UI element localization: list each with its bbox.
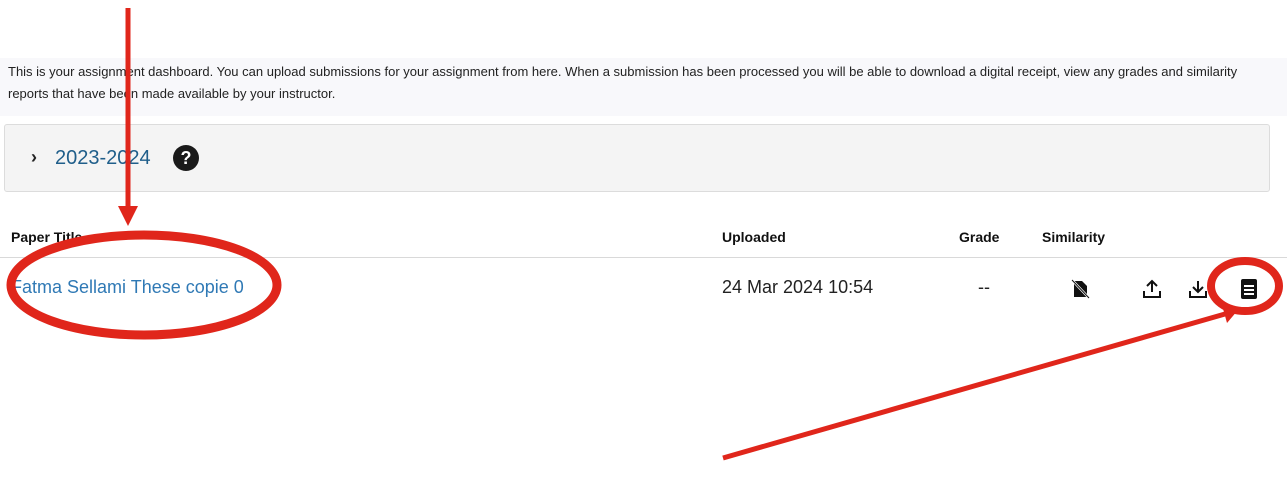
table-divider xyxy=(0,257,1287,258)
annotation-arrowhead-down xyxy=(118,206,138,226)
similarity-unavailable-icon xyxy=(1070,279,1090,304)
help-icon[interactable]: ? xyxy=(173,145,199,171)
intro-banner: This is your assignment dashboard. You c… xyxy=(0,58,1287,116)
uploaded-date: 24 Mar 2024 10:54 xyxy=(722,277,874,297)
annotation-arrow-diagonal xyxy=(722,311,1226,461)
paper-title-link[interactable]: Fatma Sellami These copie 0 xyxy=(11,277,244,298)
download-icon[interactable] xyxy=(1187,278,1209,305)
intro-text: This is your assignment dashboard. You c… xyxy=(8,64,1238,101)
similarity-header: Similarity xyxy=(1042,229,1106,245)
uploaded-header: Uploaded xyxy=(722,229,786,245)
grade-value: -- xyxy=(978,277,990,297)
receipt-icon[interactable] xyxy=(1238,277,1260,306)
grade-header: Grade xyxy=(959,229,1000,245)
chevron-right-icon[interactable]: › xyxy=(31,147,37,168)
annotation-arrowhead-diagonal xyxy=(1222,305,1238,323)
upload-icon[interactable] xyxy=(1141,278,1163,305)
class-year-panel[interactable]: › 2023-2024 ? xyxy=(4,124,1270,192)
paper-title-header: Paper Title xyxy=(11,229,83,245)
class-year-link[interactable]: 2023-2024 xyxy=(55,147,151,170)
